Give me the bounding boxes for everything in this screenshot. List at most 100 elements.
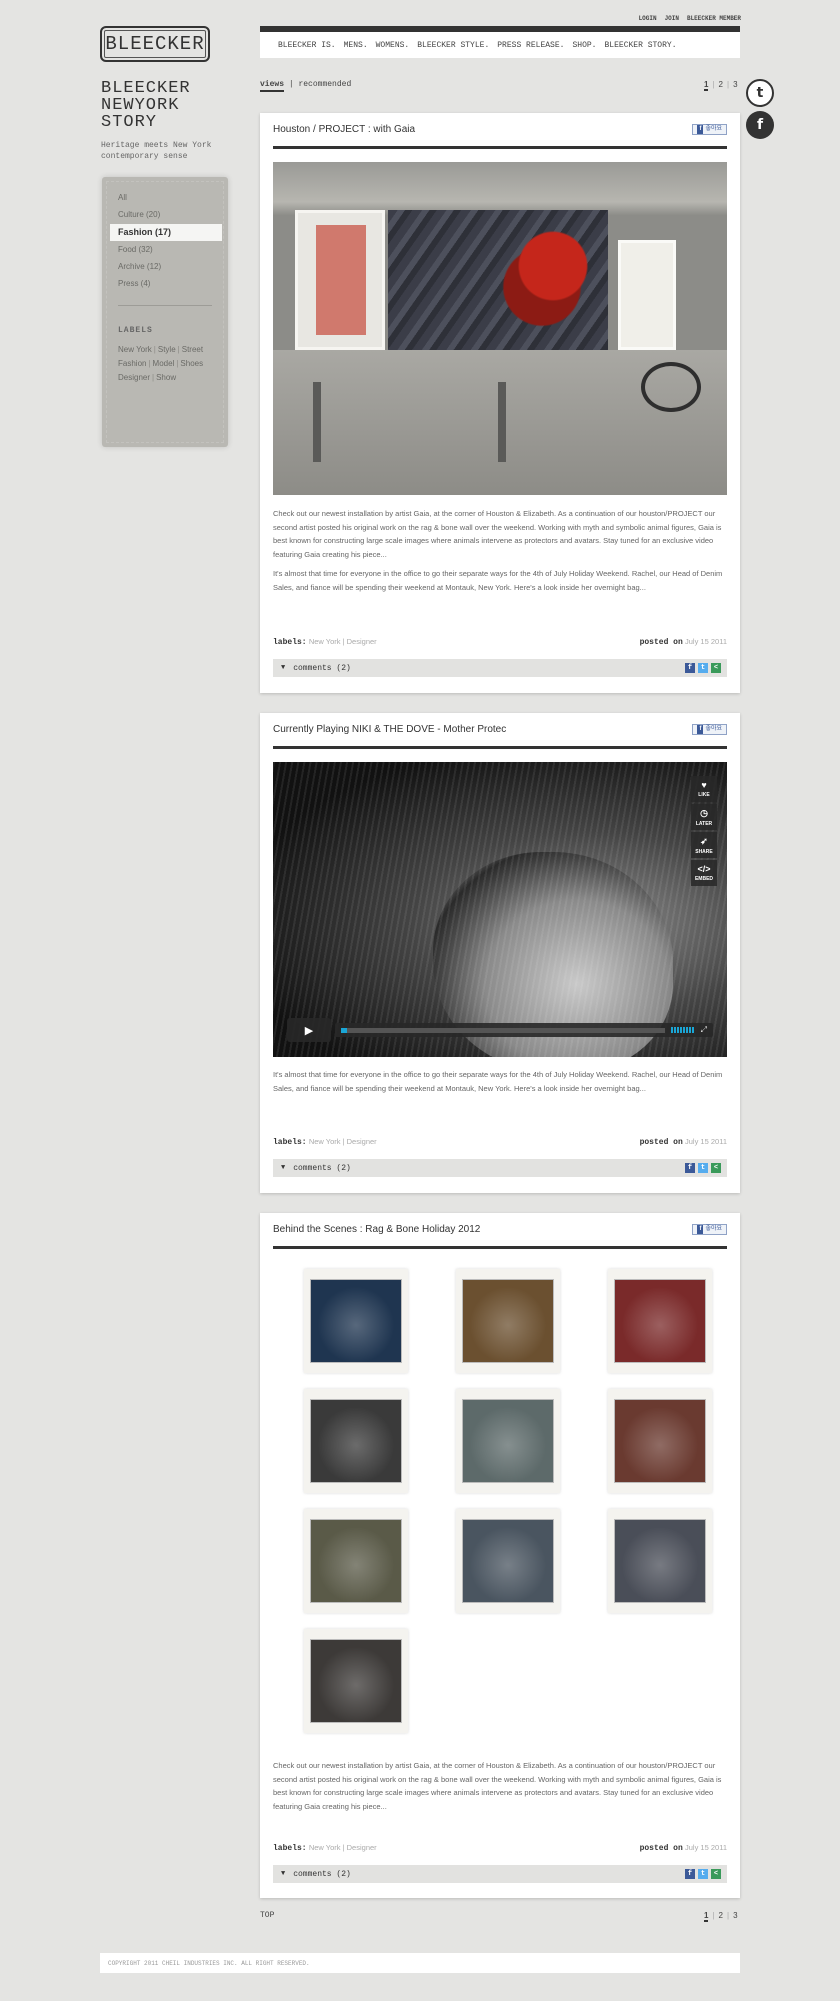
post-image <box>273 162 727 495</box>
tab-views[interactable]: views <box>260 80 285 92</box>
video-embed-button[interactable]: </> EMBED <box>691 860 717 886</box>
share-icon[interactable]: < <box>711 663 721 673</box>
video-like-label: LIKE <box>698 792 710 798</box>
gallery-thumbnail[interactable] <box>456 1509 560 1613</box>
category-fashion[interactable]: Fashion (17) <box>110 223 222 241</box>
page-link[interactable]: 1 <box>704 1911 709 1922</box>
post-title[interactable]: Currently Playing NIKI & THE DOVE - Moth… <box>273 724 506 735</box>
gallery-thumbnail[interactable] <box>608 1389 712 1493</box>
post-title[interactable]: Houston / PROJECT : with Gaia <box>273 124 415 135</box>
video-share-button[interactable]: ➶ SHARE <box>691 832 717 858</box>
volume-icon[interactable] <box>670 1027 695 1033</box>
facebook-icon[interactable]: f <box>746 111 774 139</box>
member-link[interactable]: BLEECKER MEMBER <box>687 15 741 22</box>
video-player[interactable]: ♥ LIKE ◷ LATER ➶ SHARE </> EMBED ▶ ⤢ <box>273 762 727 1057</box>
nav-bleecker-is[interactable]: BLEECKER IS. <box>278 41 336 50</box>
video-later-button[interactable]: ◷ LATER <box>691 804 717 830</box>
label-link[interactable]: Fashion <box>118 359 146 368</box>
nav-press-release[interactable]: PRESS RELEASE. <box>497 41 564 50</box>
pager-separator: | <box>712 1911 715 1920</box>
gallery-thumbnail[interactable] <box>456 1269 560 1373</box>
post-paragraph: It's almost that time for everyone in th… <box>273 1068 727 1095</box>
clock-icon: ◷ <box>700 807 708 818</box>
post-labels[interactable]: New York | Designer <box>309 637 377 646</box>
video-frame-hair <box>273 762 727 1057</box>
nav-womens[interactable]: WOMENS. <box>376 41 410 50</box>
fullscreen-icon[interactable]: ⤢ <box>701 1025 707 1035</box>
gallery-photo <box>310 1519 402 1603</box>
nav-bleecker-style[interactable]: BLEECKER STYLE. <box>417 41 489 50</box>
video-progress-track[interactable] <box>341 1027 665 1033</box>
facebook-like-button[interactable]: f 좋아요 <box>692 1224 727 1235</box>
posted-value: July 15 2011 <box>685 637 727 646</box>
post-labels[interactable]: New York | Designer <box>309 1843 377 1852</box>
twitter-icon[interactable]: t <box>746 79 774 107</box>
page-link[interactable]: 1 <box>704 80 709 91</box>
comments-toggle[interactable]: ▼ comments (2) f t < <box>273 1865 727 1883</box>
category-archive[interactable]: Archive (12) <box>110 258 222 275</box>
label-link[interactable]: Street <box>182 345 203 354</box>
gallery-thumbnail[interactable] <box>608 1509 712 1613</box>
share-icon[interactable]: < <box>711 1869 721 1879</box>
video-actions: ♥ LIKE ◷ LATER ➶ SHARE </> EMBED <box>691 776 717 886</box>
join-link[interactable]: JOIN <box>665 15 679 22</box>
posted-date: posted on July 15 2011 <box>640 1137 727 1147</box>
gallery-thumbnail[interactable] <box>304 1389 408 1493</box>
site-title-line: BLEECKER <box>101 79 191 98</box>
gallery-thumbnail[interactable] <box>456 1389 560 1493</box>
main-nav: BLEECKER IS. MENS. WOMENS. BLEECKER STYL… <box>260 26 740 58</box>
sidebar-divider <box>118 305 212 306</box>
nav-mens[interactable]: MENS. <box>344 41 368 50</box>
gallery-thumbnail[interactable] <box>608 1269 712 1373</box>
page-link[interactable]: 2 <box>719 80 723 91</box>
page-link[interactable]: 2 <box>719 1911 723 1922</box>
site-logo[interactable]: BLEECKER <box>100 26 210 62</box>
post-paragraph: Check out our newest installation by art… <box>273 507 727 561</box>
gallery-thumbnail[interactable] <box>304 1509 408 1613</box>
comments-toggle[interactable]: ▼ comments (2) f t < <box>273 659 727 677</box>
video-progress[interactable]: ⤢ <box>335 1023 713 1037</box>
facebook-like-button[interactable]: f 좋아요 <box>692 124 727 135</box>
facebook-share-icon[interactable]: f <box>685 663 695 673</box>
label-link[interactable]: Model <box>153 359 175 368</box>
label-link[interactable]: New York <box>118 345 152 354</box>
nav-shop[interactable]: SHOP. <box>572 41 596 50</box>
category-press[interactable]: Press (4) <box>110 275 222 292</box>
category-list: All Culture (20) Fashion (17) Food (32) … <box>110 189 222 293</box>
post-labels[interactable]: New York | Designer <box>309 1137 377 1146</box>
label-link[interactable]: Style <box>158 345 176 354</box>
category-culture[interactable]: Culture (20) <box>110 206 222 223</box>
share-icon[interactable]: < <box>711 1163 721 1173</box>
gallery-photo <box>462 1279 554 1363</box>
gallery-thumbnail[interactable] <box>304 1629 408 1733</box>
video-like-button[interactable]: ♥ LIKE <box>691 776 717 802</box>
category-sidebar: All Culture (20) Fashion (17) Food (32) … <box>102 177 228 447</box>
facebook-like-button[interactable]: f 좋아요 <box>692 724 727 735</box>
post-card: Houston / PROJECT : with Gaia f 좋아요 Check… <box>260 113 740 693</box>
category-food[interactable]: Food (32) <box>110 241 222 258</box>
label-link[interactable]: Shoes <box>180 359 203 368</box>
post-body: Check out our newest installation by art… <box>273 1759 727 1819</box>
category-all[interactable]: All <box>110 189 222 206</box>
share-icons: f t < <box>685 663 721 673</box>
login-link[interactable]: LOGIN <box>639 15 657 22</box>
page-link[interactable]: 3 <box>733 1911 737 1922</box>
back-to-top-link[interactable]: TOP <box>260 1911 274 1920</box>
gallery-thumbnail[interactable] <box>304 1269 408 1373</box>
tab-recommended[interactable]: recommended <box>298 80 351 89</box>
twitter-share-icon[interactable]: t <box>698 663 708 673</box>
post-title[interactable]: Behind the Scenes : Rag & Bone Holiday 2… <box>273 1224 480 1235</box>
twitter-share-icon[interactable]: t <box>698 1869 708 1879</box>
bicycle <box>641 362 701 412</box>
play-button[interactable]: ▶ <box>287 1018 331 1042</box>
post-text: Here's a look inside her overnight bag..… <box>514 582 646 592</box>
facebook-share-icon[interactable]: f <box>685 1869 695 1879</box>
facebook-share-icon[interactable]: f <box>685 1163 695 1173</box>
comments-toggle[interactable]: ▼ comments (2) f t < <box>273 1159 727 1177</box>
nav-bleecker-story[interactable]: BLEECKER STORY. <box>604 41 676 50</box>
pager-separator: | <box>712 80 715 89</box>
page-link[interactable]: 3 <box>733 80 737 91</box>
label-link[interactable]: Show <box>156 373 176 382</box>
label-link[interactable]: Designer <box>118 373 150 382</box>
twitter-share-icon[interactable]: t <box>698 1163 708 1173</box>
